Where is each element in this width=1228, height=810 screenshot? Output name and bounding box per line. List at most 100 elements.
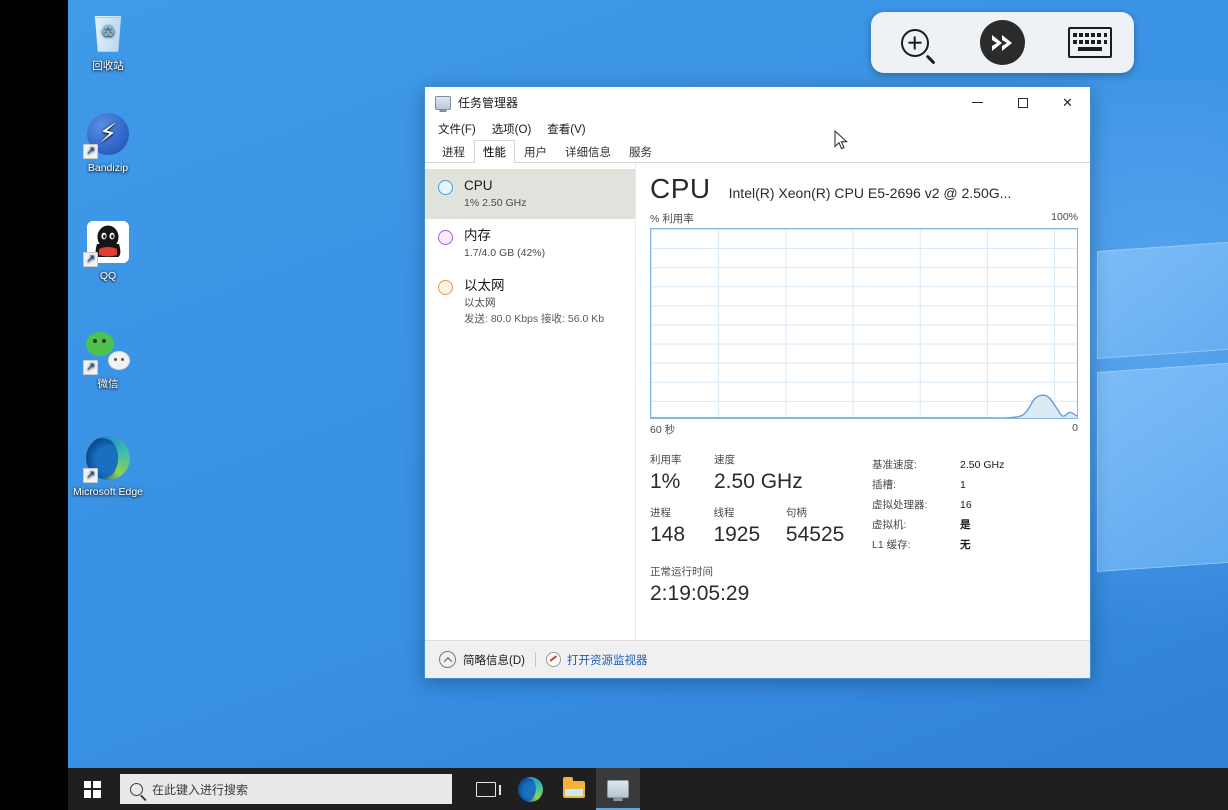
performance-main-pane: CPU Intel(R) Xeon(R) CPU E5-2696 v2 @ 2.… — [636, 163, 1090, 640]
search-icon — [130, 782, 143, 796]
chart-axis-bottom: 60 秒 0 — [650, 422, 1078, 437]
wechat-icon: ↗ — [83, 326, 132, 375]
remote-desktop-logo-icon — [979, 20, 1025, 65]
cpu-header: CPU Intel(R) Xeon(R) CPU E5-2696 v2 @ 2.… — [650, 173, 1078, 205]
stat-value: 1925 — [713, 523, 761, 546]
folder-icon — [563, 776, 585, 798]
desktop-icon-wechat[interactable]: ↗ 微信 — [70, 326, 146, 390]
tab-users[interactable]: 用户 — [515, 140, 556, 163]
wallpaper-pane-top-right — [1097, 234, 1228, 360]
window-controls: ✕ — [955, 87, 1090, 118]
cpu-model-name: Intel(R) Xeon(R) CPU E5-2696 v2 @ 2.50G.… — [728, 185, 1012, 201]
info-row-virtual-machine: 虚拟机: 是 — [872, 515, 1078, 535]
chart-y-label: % 利用率 — [650, 213, 694, 225]
desktop-icon-label: 回收站 — [92, 60, 124, 72]
start-button[interactable] — [68, 768, 116, 810]
fewer-details-button[interactable]: 简略信息(D) — [439, 651, 525, 668]
menu-options[interactable]: 选项(O) — [485, 119, 539, 139]
info-key: 基准速度: — [872, 459, 917, 471]
tab-performance[interactable]: 性能 — [474, 140, 515, 163]
info-value: 是 — [960, 519, 971, 531]
taskbar-item-file-explorer[interactable] — [552, 768, 596, 810]
open-resource-monitor-link[interactable]: 打开资源监视器 — [545, 652, 648, 668]
search-placeholder: 在此键入进行搜索 — [152, 782, 249, 797]
resource-monitor-icon — [545, 652, 561, 667]
menubar: 文件(F) 选项(O) 查看(V) — [425, 118, 1090, 140]
remote-desktop-button[interactable] — [974, 20, 1030, 66]
desktop-icon-edge[interactable]: ↗ Microsoft Edge — [70, 434, 146, 498]
ethernet-indicator-icon — [438, 280, 453, 295]
recycle-bin-icon: ♻ — [84, 8, 132, 56]
info-row-l1-cache: L1 缓存: 无 — [872, 535, 1078, 555]
menu-file[interactable]: 文件(F) — [431, 119, 483, 139]
task-view-icon — [476, 781, 501, 797]
sidebar-item-subtitle: 以太网 — [464, 297, 496, 309]
info-row-virtual-processors: 虚拟处理器: 16 — [872, 495, 1078, 515]
bandizip-icon: ⚡ ↗ — [83, 110, 132, 159]
tab-processes[interactable]: 进程 — [433, 140, 474, 163]
task-manager-window: 任务管理器 ✕ 文件(F) 选项(O) 查看(V) 进程 性能 用户 详细信息 … — [424, 86, 1091, 679]
taskbar-item-task-view[interactable] — [464, 768, 508, 810]
screen-root: ♻ 回收站 ⚡ ↗ Bandizip ↗ QQ ↗ 微信 ↗ Microsoft… — [0, 0, 1228, 810]
fewer-details-label: 简略信息(D) — [463, 654, 525, 667]
desktop-icon-label: Bandizip — [87, 162, 129, 174]
zoom-in-icon — [900, 28, 936, 65]
sidebar-item-cpu[interactable]: CPU 1% 2.50 GHz — [425, 169, 635, 219]
tab-services[interactable]: 服务 — [620, 140, 661, 163]
stat-threads: 线程 1925 — [713, 506, 781, 549]
resource-monitor-label: 打开资源监视器 — [566, 654, 648, 667]
cpu-utilization-chart[interactable] — [650, 228, 1078, 419]
search-input[interactable]: 在此键入进行搜索 — [120, 774, 452, 804]
maximize-button[interactable] — [1000, 87, 1045, 118]
minimize-button[interactable] — [955, 87, 1000, 118]
stat-speed: 速度 2.50 GHz — [714, 453, 834, 496]
qq-icon: ↗ — [83, 218, 132, 267]
close-button[interactable]: ✕ — [1045, 87, 1090, 118]
shortcut-arrow-icon: ↗ — [83, 144, 98, 159]
stat-value: 2:19:05:29 — [650, 582, 750, 605]
desktop-icon-label: 微信 — [97, 378, 119, 390]
chart-x-end: 0 — [1072, 422, 1078, 434]
info-key: 虚拟处理器: — [872, 499, 928, 511]
stat-label: 速度 — [714, 454, 735, 466]
chart-x-start: 60 秒 — [650, 424, 676, 436]
stat-handles: 句柄 54525 — [786, 506, 858, 549]
desktop-icon-bandizip[interactable]: ⚡ ↗ Bandizip — [70, 110, 146, 174]
shortcut-arrow-icon: ↗ — [83, 468, 98, 483]
desktop-icon-recycle-bin[interactable]: ♻ 回收站 — [70, 8, 146, 72]
zoom-in-button[interactable] — [887, 20, 943, 66]
shortcut-arrow-icon: ↗ — [83, 360, 98, 375]
stat-value: 148 — [650, 523, 686, 546]
stat-label: 进程 — [650, 507, 671, 519]
windows-logo-icon — [83, 780, 101, 798]
sidebar-item-subtitle: 1.7/4.0 GB (42%) — [464, 247, 546, 259]
taskbar: 在此键入进行搜索 — [68, 768, 1228, 810]
stat-processes: 进程 148 — [650, 506, 709, 549]
info-row-sockets: 插槽: 1 — [872, 475, 1078, 495]
stats-right-column: 基准速度: 2.50 GHz 插槽: 1 虚拟处理器: 16 虚拟机: 是 L1… — [862, 453, 1078, 608]
menu-view[interactable]: 查看(V) — [540, 119, 592, 139]
stat-label: 正常运行时间 — [650, 566, 713, 578]
info-value: 16 — [960, 499, 972, 511]
keyboard-button[interactable] — [1062, 20, 1118, 66]
info-value: 无 — [960, 539, 971, 551]
info-key: L1 缓存: — [872, 539, 911, 551]
taskbar-item-task-manager[interactable] — [596, 768, 640, 810]
info-key: 插槽: — [872, 479, 896, 491]
window-titlebar[interactable]: 任务管理器 ✕ — [425, 87, 1090, 118]
sidebar-item-title: 以太网 — [464, 278, 505, 293]
mouse-cursor — [834, 130, 848, 150]
taskbar-item-edge[interactable] — [508, 768, 552, 810]
task-manager-icon — [607, 780, 629, 798]
wallpaper-pane-bottom-right — [1097, 355, 1228, 573]
footer-divider — [534, 652, 536, 667]
sidebar-item-title: CPU — [464, 178, 493, 193]
sidebar-item-subtitle: 1% 2.50 GHz — [464, 197, 527, 209]
desktop-icon-qq[interactable]: ↗ QQ — [70, 218, 146, 282]
sidebar-item-memory[interactable]: 内存 1.7/4.0 GB (42%) — [425, 219, 635, 269]
tab-details[interactable]: 详细信息 — [556, 140, 620, 163]
info-value: 2.50 GHz — [960, 459, 1005, 471]
sidebar-item-ethernet[interactable]: 以太网 以太网 发送: 80.0 Kbps 接收: 56.0 Kb — [425, 269, 635, 335]
stats-left-column: 利用率 1% 速度 2.50 GHz 进程 148 线程 1925 句柄 545… — [650, 453, 862, 608]
chart-axis-top: % 利用率 100% — [650, 211, 1078, 226]
